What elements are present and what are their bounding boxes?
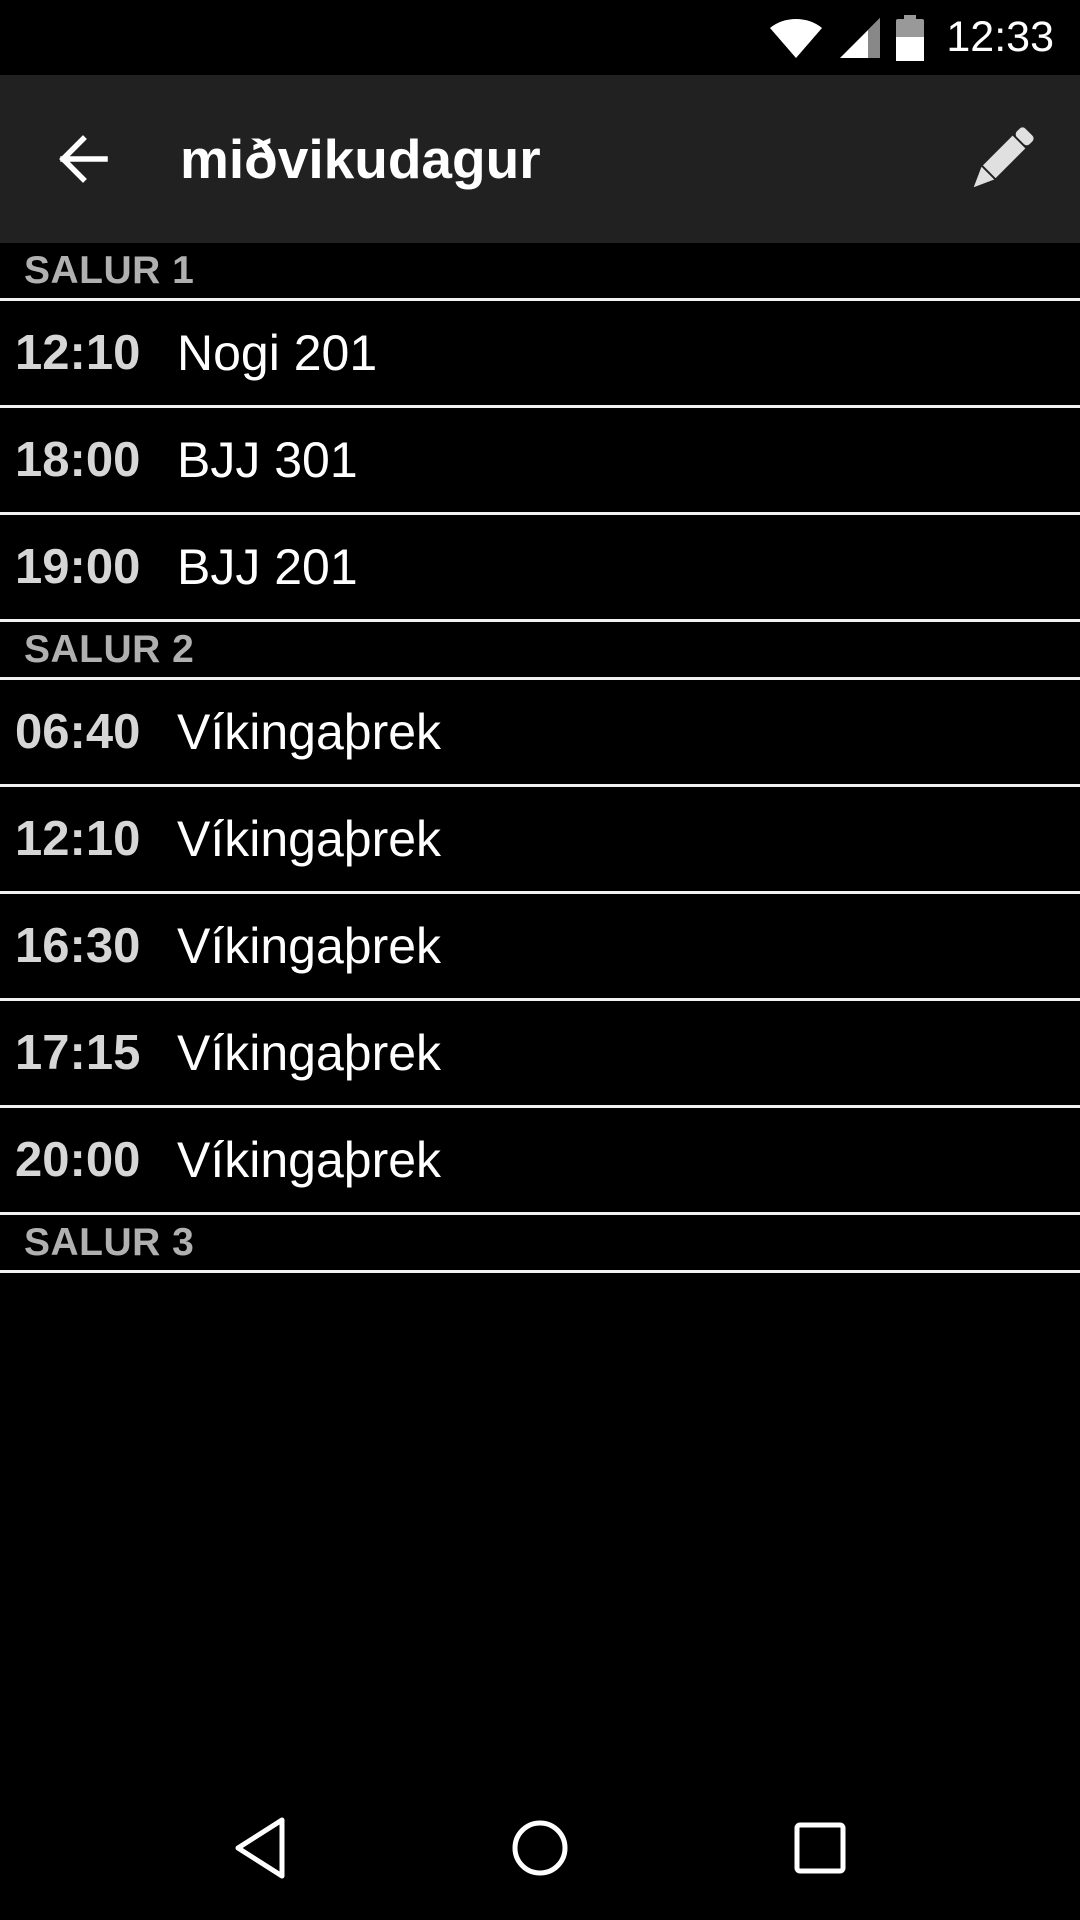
section-header-label: SALUR 1: [24, 248, 195, 292]
list-item[interactable]: 19:00 BJJ 201: [0, 515, 1080, 622]
item-name: Víkingaþrek: [177, 811, 442, 867]
item-time: 19:00: [15, 540, 141, 594]
schedule-list: SALUR 1 12:10 Nogi 201 18:00 BJJ 301 19:…: [0, 243, 1080, 1273]
arrow-back-icon: [59, 135, 108, 183]
item-time: 16:30: [15, 919, 141, 973]
item-name: Víkingaþrek: [177, 1025, 442, 1081]
list-item[interactable]: 12:10 Víkingaþrek: [0, 787, 1080, 894]
pencil-icon: [973, 127, 1034, 188]
section-header-label: SALUR 3: [24, 1220, 195, 1264]
item-name: BJJ 201: [177, 539, 358, 595]
nav-home-button[interactable]: [480, 1788, 600, 1908]
back-button[interactable]: [0, 75, 170, 243]
nav-recents-button[interactable]: [760, 1788, 880, 1908]
item-name: BJJ 301: [177, 432, 358, 488]
back-triangle-icon: [235, 1817, 285, 1879]
section-header-label: SALUR 2: [24, 627, 195, 671]
edit-button[interactable]: [932, 75, 1072, 243]
item-name: Víkingaþrek: [177, 918, 442, 974]
list-item[interactable]: 16:30 Víkingaþrek: [0, 894, 1080, 1001]
item-time: 12:10: [15, 326, 141, 380]
list-item[interactable]: 20:00 Víkingaþrek: [0, 1108, 1080, 1215]
recents-square-icon: [794, 1822, 846, 1874]
section-header-salur-1: SALUR 1: [0, 243, 1080, 301]
item-time: 06:40: [15, 705, 141, 759]
list-item[interactable]: 06:40 Víkingaþrek: [0, 680, 1080, 787]
item-name: Víkingaþrek: [177, 704, 442, 760]
section-header-salur-2: SALUR 2: [0, 622, 1080, 680]
page-title: miðvikudagur: [180, 128, 541, 190]
list-item[interactable]: 18:00 BJJ 301: [0, 408, 1080, 515]
app-bar: miðvikudagur: [0, 75, 1080, 243]
signal-icon: [838, 16, 882, 60]
battery-icon: [896, 14, 925, 61]
item-time: 12:10: [15, 812, 141, 866]
nav-back-button[interactable]: [200, 1788, 320, 1908]
home-circle-icon: [512, 1820, 568, 1876]
item-name: Nogi 201: [177, 325, 378, 381]
status-bar: 12:33: [0, 0, 1080, 75]
wifi-icon: [768, 16, 824, 60]
system-nav-bar: [0, 1776, 1080, 1920]
section-header-salur-3: SALUR 3: [0, 1215, 1080, 1273]
item-time: 17:15: [15, 1026, 141, 1080]
list-item[interactable]: 17:15 Víkingaþrek: [0, 1001, 1080, 1108]
item-name: Víkingaþrek: [177, 1132, 442, 1188]
item-time: 18:00: [15, 433, 141, 487]
list-item[interactable]: 12:10 Nogi 201: [0, 301, 1080, 408]
status-clock: 12:33: [946, 13, 1054, 61]
item-time: 20:00: [15, 1133, 141, 1187]
